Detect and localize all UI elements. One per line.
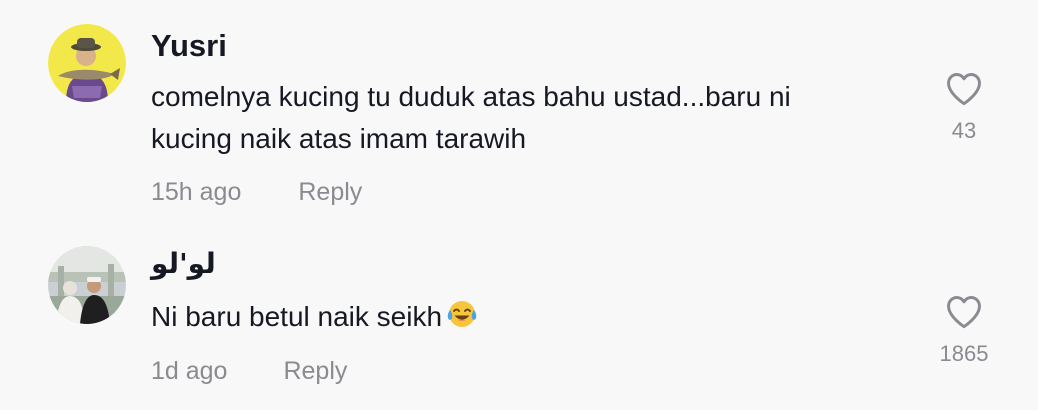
username[interactable]: لو'لو bbox=[151, 247, 216, 280]
avatar[interactable] bbox=[48, 24, 126, 102]
comment-text: Ni baru betul naik seikh bbox=[151, 296, 891, 341]
comment-meta: 15h ago Reply bbox=[151, 178, 362, 207]
timestamp: 1d ago bbox=[151, 357, 228, 385]
comment-item: لو'لو Ni baru betul naik seikh 1d ago Rep… bbox=[0, 225, 1038, 410]
comment-text-line: Ni baru betul naik seikh bbox=[151, 301, 443, 332]
heart-icon[interactable] bbox=[945, 72, 983, 106]
comment-item: Yusri comelnya kucing tu duduk atas bahu… bbox=[0, 0, 1038, 225]
heart-icon[interactable] bbox=[945, 295, 983, 329]
reply-button[interactable]: Reply bbox=[283, 357, 347, 386]
like-count: 43 bbox=[951, 118, 977, 143]
reply-button[interactable]: Reply bbox=[298, 178, 362, 207]
like-control: 43 bbox=[924, 72, 1004, 144]
like-control: 1865 bbox=[924, 295, 1004, 367]
comment-text: comelnya kucing tu duduk atas bahu ustad… bbox=[151, 76, 891, 160]
username[interactable]: Yusri bbox=[151, 28, 227, 64]
comment-text-line: kucing naik atas imam tarawih bbox=[151, 123, 527, 154]
face-with-tears-of-joy-icon bbox=[446, 299, 478, 341]
timestamp: 15h ago bbox=[151, 178, 242, 206]
like-count: 1865 bbox=[939, 341, 989, 366]
avatar[interactable] bbox=[48, 246, 126, 324]
avatar-image bbox=[48, 24, 126, 102]
comment-text-line: comelnya kucing tu duduk atas bahu ustad… bbox=[151, 81, 791, 112]
avatar-image bbox=[48, 246, 126, 324]
comment-meta: 1d ago Reply bbox=[151, 357, 347, 386]
